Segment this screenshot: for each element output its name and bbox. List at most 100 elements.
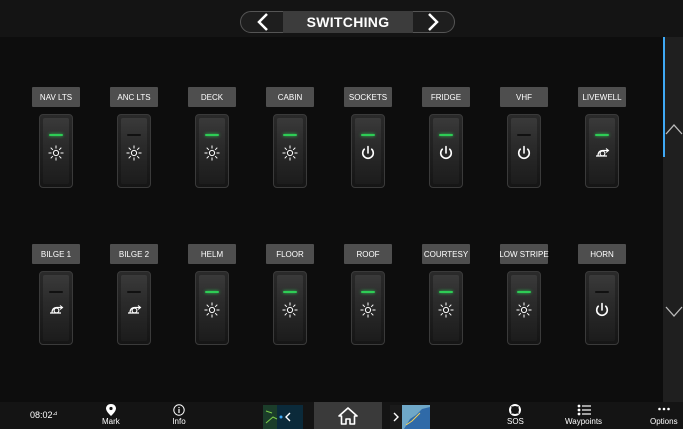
lifebuoy-icon bbox=[509, 404, 522, 416]
switch-label[interactable]: ANC LTS bbox=[110, 87, 158, 107]
rocker-switch[interactable] bbox=[429, 271, 463, 345]
switch-label[interactable]: ROOF bbox=[344, 244, 392, 264]
light-icon bbox=[282, 145, 298, 161]
rocker-switch[interactable] bbox=[585, 271, 619, 345]
status-led bbox=[595, 134, 609, 136]
sos-label: SOS bbox=[507, 417, 524, 426]
status-led bbox=[205, 291, 219, 293]
status-led bbox=[439, 291, 453, 293]
options-button[interactable]: Options bbox=[650, 404, 678, 426]
switch-label[interactable]: FLOOR bbox=[266, 244, 314, 264]
status-led bbox=[595, 291, 609, 293]
rocker-face bbox=[121, 275, 147, 341]
status-led bbox=[361, 291, 375, 293]
rocker-face bbox=[43, 118, 69, 184]
switch-label[interactable]: CABIN bbox=[266, 87, 314, 107]
pump-icon bbox=[596, 148, 610, 157]
switch-grid: NAV LTS ANC LTS DECK CABIN SOCKETS FRIDGE VHF L… bbox=[0, 37, 663, 402]
next-page-button[interactable] bbox=[413, 11, 453, 33]
rocker-switch[interactable] bbox=[273, 271, 307, 345]
switch-label[interactable]: COURTESY bbox=[422, 244, 470, 264]
waypoints-list-icon bbox=[577, 404, 591, 416]
switch-label[interactable]: LOW STRIPE bbox=[499, 244, 549, 264]
mark-label: Mark bbox=[102, 417, 120, 426]
switch-label[interactable]: LIVEWELL bbox=[578, 87, 626, 107]
waypoints-button[interactable]: Waypoints bbox=[565, 404, 602, 426]
rocker-face bbox=[355, 118, 381, 184]
rocker-face bbox=[589, 275, 615, 341]
scrollbar[interactable] bbox=[663, 37, 683, 402]
switch-label[interactable]: NAV LTS bbox=[32, 87, 80, 107]
switch-label[interactable]: DECK bbox=[188, 87, 236, 107]
light-icon bbox=[204, 302, 220, 318]
status-led bbox=[205, 134, 219, 136]
rocker-switch[interactable] bbox=[351, 114, 385, 188]
light-icon bbox=[126, 145, 142, 161]
chevron-up-icon bbox=[665, 124, 683, 135]
switch-label[interactable]: HORN bbox=[578, 244, 626, 264]
switch-label[interactable]: BILGE 2 bbox=[110, 244, 158, 264]
light-icon bbox=[360, 302, 376, 318]
home-button[interactable] bbox=[314, 402, 382, 429]
light-icon bbox=[438, 302, 454, 318]
chevron-left-icon bbox=[257, 13, 268, 31]
rocker-face bbox=[277, 275, 303, 341]
radar-thumbnail-icon bbox=[263, 405, 303, 429]
switch-label[interactable]: FRIDGE bbox=[422, 87, 470, 107]
light-icon bbox=[48, 145, 64, 161]
prev-page-button[interactable] bbox=[243, 11, 283, 33]
status-led bbox=[517, 134, 531, 136]
gps-icon: ⊿ bbox=[52, 411, 58, 417]
rocker-switch[interactable] bbox=[273, 114, 307, 188]
status-led bbox=[439, 134, 453, 136]
scroll-up-button[interactable] bbox=[665, 109, 683, 149]
chart-app-thumbnail[interactable] bbox=[390, 405, 430, 429]
page-title: SWITCHING bbox=[283, 11, 413, 33]
status-led bbox=[49, 134, 63, 136]
switch-label[interactable]: VHF bbox=[500, 87, 548, 107]
rocker-switch[interactable] bbox=[585, 114, 619, 188]
radar-app-thumbnail[interactable] bbox=[263, 405, 303, 429]
rocker-switch[interactable] bbox=[39, 271, 73, 345]
rocker-switch[interactable] bbox=[429, 114, 463, 188]
rocker-switch[interactable] bbox=[507, 271, 541, 345]
power-icon bbox=[361, 145, 375, 160]
rocker-switch[interactable] bbox=[117, 271, 151, 345]
scroll-down-button[interactable] bbox=[665, 292, 683, 332]
rocker-face bbox=[511, 118, 537, 184]
info-label: Info bbox=[172, 417, 186, 426]
rocker-switch[interactable] bbox=[39, 114, 73, 188]
chevron-right-icon bbox=[428, 13, 439, 31]
status-led bbox=[361, 134, 375, 136]
info-icon bbox=[173, 404, 185, 416]
info-button[interactable]: Info bbox=[172, 404, 186, 426]
bottom-bar: 08:02⊿ Mark Info SOS Waypoints Options bbox=[0, 402, 683, 429]
power-icon bbox=[595, 302, 609, 317]
clock: 08:02⊿ bbox=[30, 410, 58, 420]
switch-label[interactable]: BILGE 1 bbox=[32, 244, 80, 264]
options-label: Options bbox=[650, 417, 678, 426]
location-pin-icon bbox=[105, 404, 116, 416]
pump-icon bbox=[128, 305, 142, 314]
light-icon bbox=[282, 302, 298, 318]
rocker-face bbox=[511, 275, 537, 341]
mark-button[interactable]: Mark bbox=[102, 404, 120, 426]
status-led bbox=[127, 134, 141, 136]
switch-label[interactable]: SOCKETS bbox=[344, 87, 392, 107]
rocker-switch[interactable] bbox=[195, 114, 229, 188]
pump-icon bbox=[50, 305, 64, 314]
chart-thumbnail-icon bbox=[390, 405, 430, 429]
switch-label[interactable]: HELM bbox=[188, 244, 236, 264]
rocker-switch[interactable] bbox=[507, 114, 541, 188]
rocker-face bbox=[433, 118, 459, 184]
rocker-switch[interactable] bbox=[195, 271, 229, 345]
light-icon bbox=[204, 145, 220, 161]
rocker-face bbox=[43, 275, 69, 341]
home-icon bbox=[338, 406, 358, 425]
rocker-switch[interactable] bbox=[117, 114, 151, 188]
rocker-face bbox=[589, 118, 615, 184]
sos-button[interactable]: SOS bbox=[507, 404, 524, 426]
status-led bbox=[283, 134, 297, 136]
rocker-switch[interactable] bbox=[351, 271, 385, 345]
rocker-face bbox=[199, 275, 225, 341]
